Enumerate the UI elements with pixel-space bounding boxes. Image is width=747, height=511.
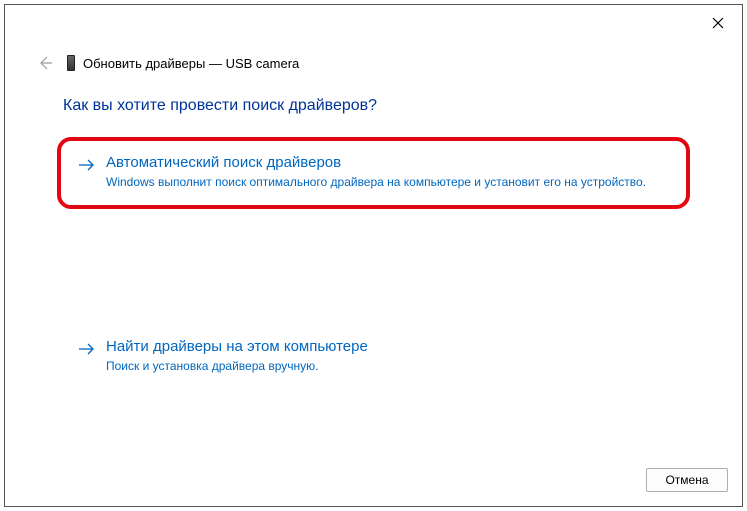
option-manual-desc: Поиск и установка драйвера вручную. bbox=[106, 358, 368, 374]
dialog-title: Обновить драйверы — USB camera bbox=[83, 56, 299, 71]
annotation-highlight: Автоматический поиск драйверов Windows в… bbox=[57, 137, 690, 209]
option-manual-search[interactable]: Найти драйверы на этом компьютере Поиск … bbox=[63, 327, 684, 387]
option-auto-search[interactable]: Автоматический поиск драйверов Windows в… bbox=[63, 143, 684, 203]
option-auto-desc: Windows выполнит поиск оптимального драй… bbox=[106, 174, 646, 190]
dialog-body: Как вы хотите провести поиск драйверов? … bbox=[5, 73, 742, 458]
option-auto-title: Автоматический поиск драйверов bbox=[106, 154, 646, 173]
close-button[interactable] bbox=[710, 15, 726, 31]
cancel-button[interactable]: Отмена bbox=[646, 468, 728, 492]
back-button[interactable] bbox=[35, 53, 55, 73]
arrow-right-icon bbox=[78, 156, 96, 174]
back-arrow-icon bbox=[37, 55, 53, 71]
device-icon bbox=[67, 55, 75, 71]
close-icon bbox=[712, 17, 724, 29]
dialog-footer: Отмена bbox=[5, 458, 742, 506]
update-drivers-dialog: Обновить драйверы — USB camera Как вы хо… bbox=[4, 4, 743, 507]
prompt-heading: Как вы хотите провести поиск драйверов? bbox=[63, 97, 684, 115]
arrow-right-icon bbox=[78, 340, 96, 358]
dialog-header: Обновить драйверы — USB camera bbox=[5, 5, 742, 73]
option-manual-title: Найти драйверы на этом компьютере bbox=[106, 338, 368, 357]
